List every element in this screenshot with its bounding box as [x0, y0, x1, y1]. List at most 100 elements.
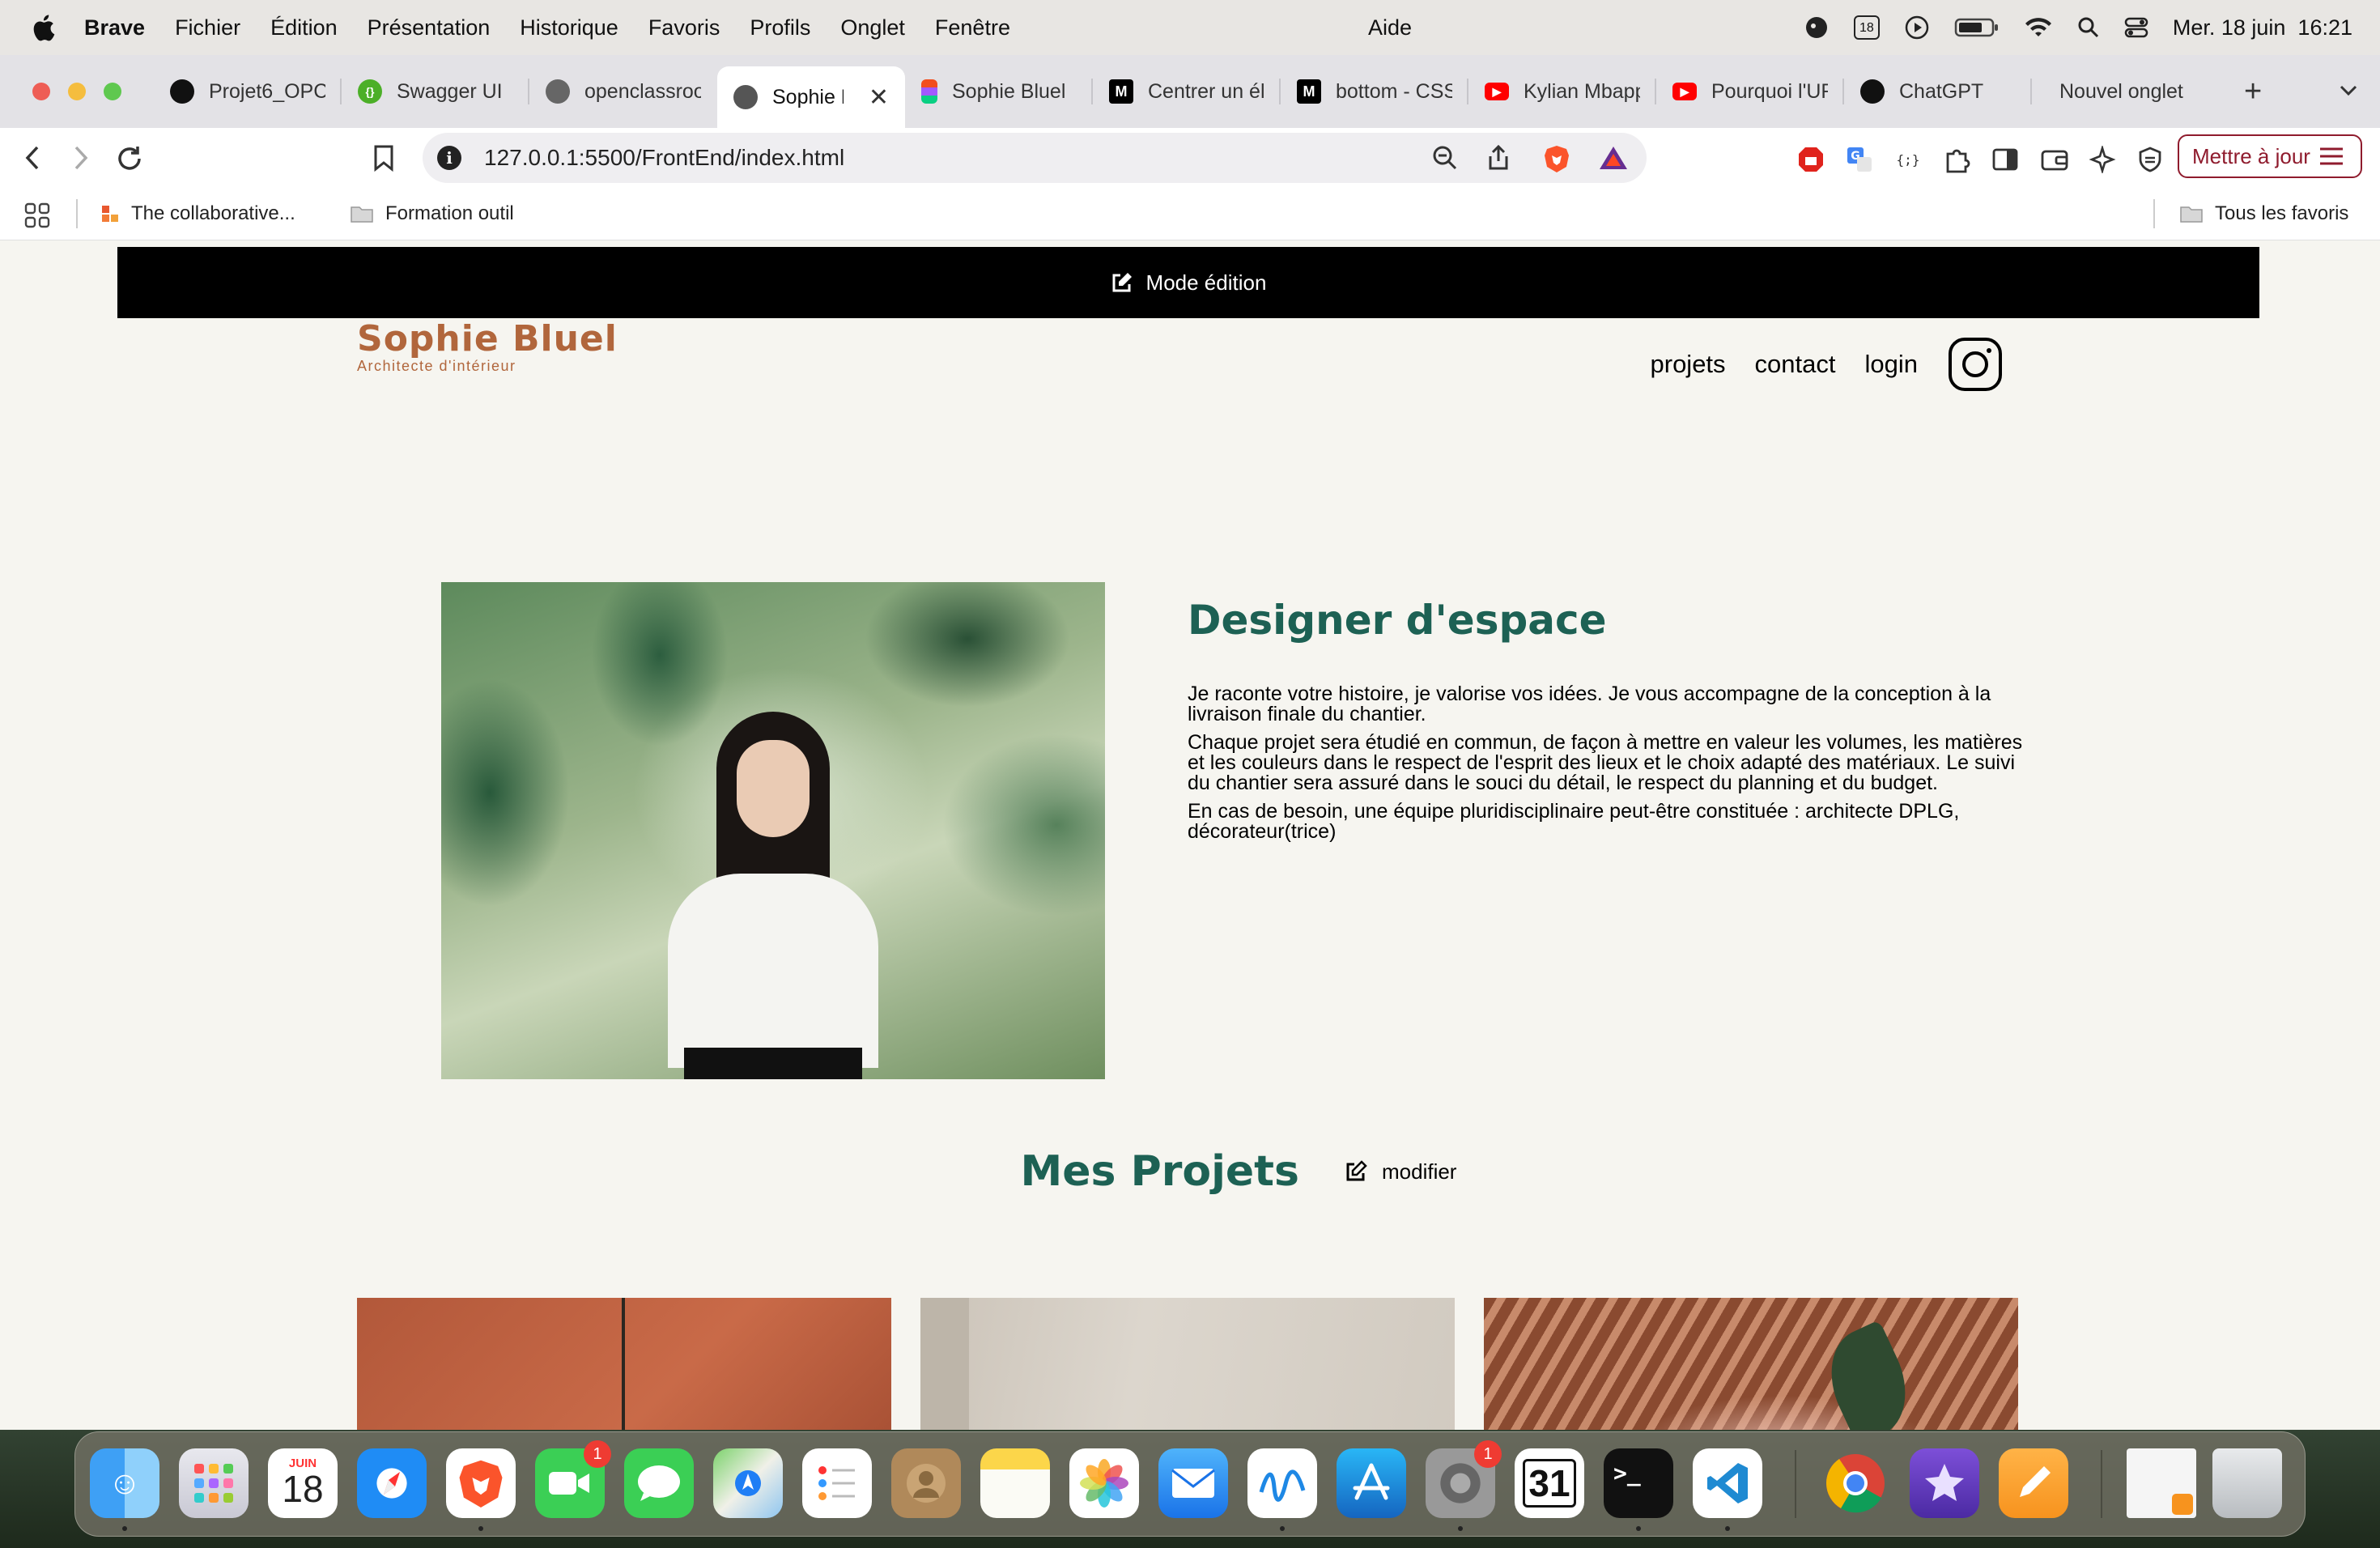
calendar-app-icon[interactable]: JUIN 18 [268, 1448, 338, 1518]
zoom-window-button[interactable] [104, 83, 121, 100]
tab-strip: Projet6_OPC {} Swagger UI openclassrooms Sop… [0, 55, 2380, 128]
brave-browser-icon[interactable] [446, 1448, 516, 1531]
sidebar-icon[interactable] [1991, 146, 2019, 173]
imovie-icon[interactable] [1910, 1448, 1979, 1518]
chrome-icon[interactable] [1821, 1448, 1890, 1518]
site-info-icon[interactable]: i [437, 146, 461, 170]
messages-icon[interactable] [624, 1448, 694, 1518]
launchpad-icon[interactable] [179, 1448, 249, 1518]
modify-projects-button[interactable]: modifier [1345, 1159, 1456, 1184]
menu-fichier[interactable]: Fichier [175, 15, 240, 40]
instagram-icon[interactable] [1947, 336, 2004, 393]
tab-item[interactable]: Nouvel onglet [2032, 64, 2220, 119]
update-button[interactable]: Mettre à jour [2178, 134, 2362, 178]
leo-ai-icon[interactable] [2089, 146, 2116, 173]
menu-historique[interactable]: Historique [520, 15, 618, 40]
project-image[interactable] [1484, 1298, 2018, 1430]
mail-icon[interactable] [1158, 1448, 1228, 1518]
tab-search-chevron-icon[interactable] [2336, 78, 2361, 102]
zoom-out-icon[interactable] [1431, 144, 1459, 172]
menu-presentation[interactable]: Présentation [368, 15, 491, 40]
battery-icon[interactable] [1954, 16, 2000, 39]
facetime-icon[interactable]: 1 [535, 1440, 611, 1518]
fantastical-icon[interactable]: 31 [1515, 1448, 1584, 1518]
logo-subtitle: Architecte d'intérieur [357, 358, 516, 374]
tab-item[interactable]: Sophie Bluel [905, 64, 1093, 119]
url-text[interactable]: 127.0.0.1:5500/FrontEnd/index.html [484, 145, 844, 171]
nav-login[interactable]: login [1865, 350, 1919, 379]
maps-icon[interactable] [713, 1448, 783, 1518]
menu-profils[interactable]: Profils [750, 15, 810, 40]
bookmark-folder-formation[interactable]: Formation outil [350, 202, 514, 225]
tab-item[interactable]: {} Swagger UI [342, 64, 529, 119]
photos-icon[interactable] [1069, 1448, 1139, 1518]
vscode-icon[interactable] [1693, 1448, 1762, 1531]
tab-item[interactable]: openclassrooms [529, 64, 717, 119]
terminal-icon[interactable]: >_ [1604, 1448, 1673, 1531]
pages-icon[interactable] [1999, 1448, 2068, 1518]
bookmark-collaborative[interactable]: The collaborative... [100, 202, 295, 225]
tomato-app-icon[interactable] [1804, 15, 1830, 40]
menu-fenetre[interactable]: Fenêtre [935, 15, 1010, 40]
datetime[interactable]: Mer. 18 juin 16:21 [2173, 15, 2352, 40]
json-extension-icon[interactable]: {;} [1894, 146, 1922, 173]
new-tab-button[interactable]: + [2244, 74, 2262, 109]
system-settings-icon[interactable]: 1 [1426, 1440, 1502, 1531]
nav-contact[interactable]: contact [1755, 350, 1836, 379]
tab-item[interactable]: M Centrer un élément [1093, 64, 1281, 119]
adblock-extension-icon[interactable] [1797, 146, 1825, 173]
control-center-icon[interactable] [2124, 16, 2148, 39]
nav-projets[interactable]: projets [1651, 350, 1726, 379]
menu-aide[interactable]: Aide [1368, 15, 1412, 40]
tab-title: Sophie Bluel [952, 79, 1066, 103]
about-paragraph-1: Je raconte votre histoire, je valorise v… [1188, 683, 1991, 725]
menu-edition[interactable]: Édition [270, 15, 338, 40]
tab-item[interactable]: ▶ Pourquoi l'URSS [1656, 64, 1844, 119]
contacts-icon[interactable] [891, 1448, 961, 1518]
close-window-button[interactable] [32, 83, 50, 100]
share-icon[interactable] [1486, 144, 1511, 172]
trash-icon[interactable] [2212, 1448, 2282, 1518]
reminders-icon[interactable] [802, 1448, 872, 1518]
tab-item[interactable]: Mbottom - CSS [1281, 64, 1468, 119]
spotlight-search-icon[interactable] [2077, 16, 2100, 39]
apps-grid-icon[interactable] [24, 202, 50, 228]
tab-item[interactable]: ▶ Kylian Mbappé [1468, 64, 1656, 119]
wallet-icon[interactable] [2040, 146, 2069, 173]
apple-logo-icon[interactable] [31, 14, 55, 41]
freeform-icon[interactable] [1247, 1448, 1317, 1531]
wifi-icon[interactable] [2024, 15, 2053, 40]
site-logo[interactable]: Sophie Bluel Architecte d'intérieur [357, 318, 618, 375]
vpn-shield-icon[interactable] [2137, 146, 2163, 173]
project-image[interactable] [357, 1298, 891, 1430]
edit-mode-banner[interactable]: Mode édition [117, 247, 2259, 318]
brave-rewards-icon[interactable] [1598, 144, 1629, 172]
bookmark-icon[interactable] [372, 144, 395, 172]
menu-app-name[interactable]: Brave [84, 15, 145, 40]
project-image[interactable] [920, 1298, 1455, 1430]
reload-icon[interactable] [115, 144, 144, 173]
tab-active[interactable]: Sophie Bluel ✕ [717, 66, 905, 128]
forward-arrow-icon[interactable] [68, 144, 92, 172]
tab-item[interactable]: ChatGPT [1844, 64, 2032, 119]
menu-onglet[interactable]: Onglet [840, 15, 905, 40]
menu-favoris[interactable]: Favoris [648, 15, 720, 40]
tab-title: Projet6_OPC [209, 79, 325, 103]
safari-icon[interactable] [357, 1448, 427, 1518]
close-tab-icon[interactable]: ✕ [869, 83, 889, 112]
extensions-puzzle-icon[interactable] [1943, 146, 1970, 173]
minimize-window-button[interactable] [68, 83, 86, 100]
app-store-icon[interactable] [1337, 1448, 1406, 1518]
finder-icon[interactable]: ☺ [90, 1448, 159, 1531]
youtube-icon: ▶ [1485, 83, 1509, 100]
calendar-status-icon[interactable]: 18 [1853, 15, 1880, 40]
notes-icon[interactable] [980, 1448, 1050, 1518]
recent-document-icon[interactable] [2127, 1448, 2196, 1518]
brave-shields-icon[interactable] [1543, 144, 1570, 173]
play-icon[interactable] [1904, 15, 1930, 40]
all-bookmarks-folder[interactable]: Tous les favoris [2179, 202, 2348, 225]
translate-extension-icon[interactable]: G [1846, 146, 1873, 173]
back-arrow-icon[interactable] [21, 144, 45, 172]
tab-item[interactable]: Projet6_OPC [154, 64, 342, 119]
address-bar[interactable]: i 127.0.0.1:5500/FrontEnd/index.html [423, 133, 1647, 183]
